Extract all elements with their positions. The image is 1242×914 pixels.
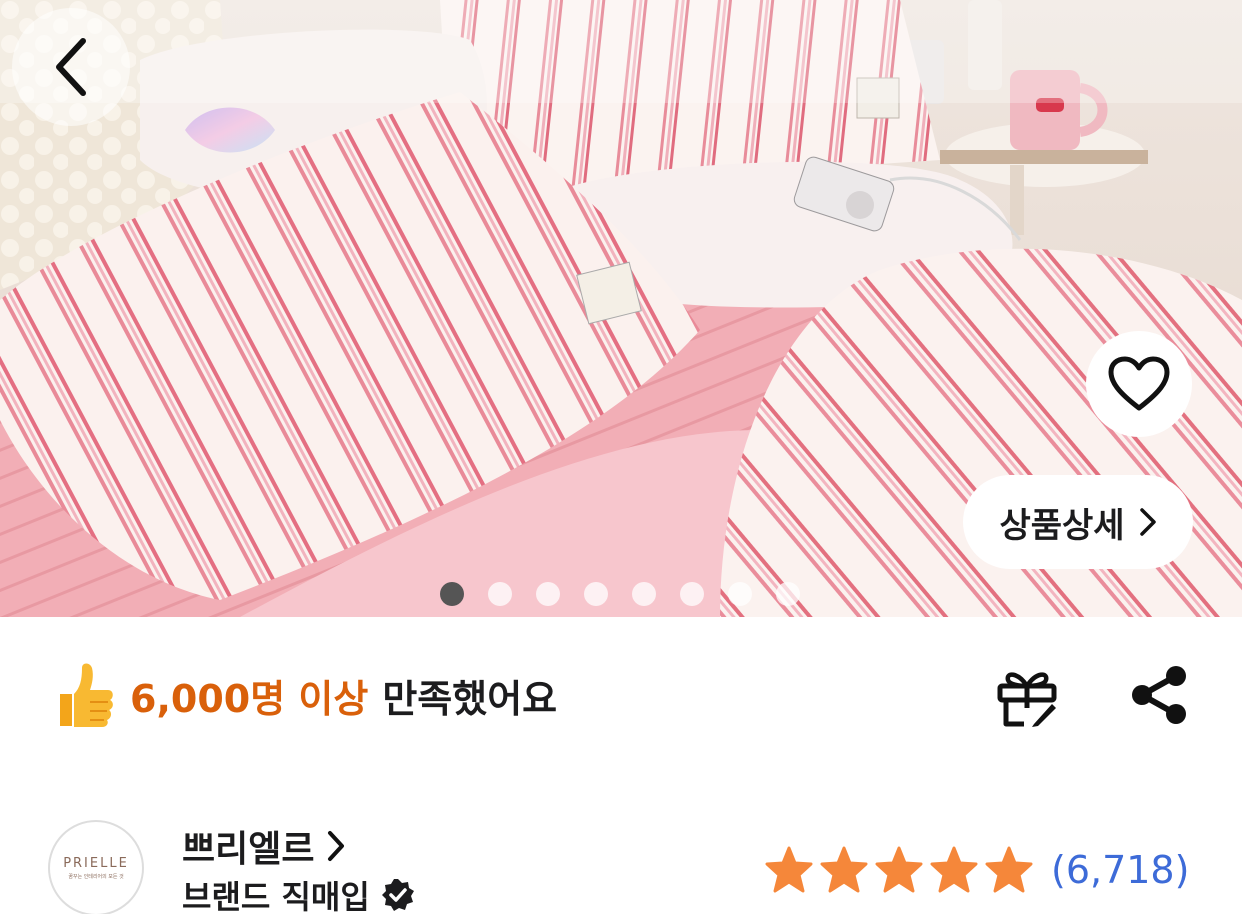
- product-detail-label: 상품상세: [999, 505, 1125, 546]
- share-icon: [1132, 666, 1186, 724]
- carousel-dot[interactable]: [584, 582, 608, 606]
- chevron-right-icon: [328, 831, 345, 861]
- brand-type-label: 브랜드 직매입: [182, 872, 416, 914]
- back-button[interactable]: [12, 8, 130, 126]
- carousel-dot[interactable]: [728, 582, 752, 606]
- satisfaction-text: 만족했어요: [382, 676, 558, 721]
- brand-type: 브랜드 직매입: [182, 878, 370, 914]
- heart-outline-icon: [1108, 356, 1170, 411]
- favorite-button[interactable]: [1086, 331, 1192, 437]
- rating-stars: [764, 845, 1034, 895]
- rating-summary[interactable]: (6,718): [764, 842, 1189, 898]
- brand-logo[interactable]: PRIELLE 꿈꾸는 인테리어의 모든 것: [48, 820, 144, 914]
- carousel-dot[interactable]: [776, 582, 800, 606]
- star-icon: [930, 846, 978, 893]
- star-icon: [820, 846, 868, 893]
- carousel-dot[interactable]: [680, 582, 704, 606]
- carousel-dot[interactable]: [488, 582, 512, 606]
- product-detail-button[interactable]: 상품상세: [963, 475, 1193, 569]
- star-icon: [875, 846, 923, 893]
- brand-name-link[interactable]: 쁘리엘르: [182, 820, 346, 872]
- star-icon: [765, 846, 813, 893]
- verified-badge-icon: [381, 879, 414, 911]
- carousel-dot[interactable]: [440, 582, 464, 606]
- satisfaction-count: 6,000명 이상: [130, 676, 369, 721]
- carousel-indicator: [440, 582, 800, 606]
- share-button[interactable]: [1128, 664, 1190, 726]
- chevron-left-icon: [56, 38, 86, 96]
- chevron-right-icon: [1139, 508, 1156, 536]
- star-icon: [985, 846, 1033, 893]
- product-image-carousel[interactable]: 상품상세: [0, 0, 1242, 617]
- brand-logo-text: PRIELLE: [63, 856, 129, 871]
- brand-name: 쁘리엘르: [182, 829, 315, 870]
- carousel-dot[interactable]: [632, 582, 656, 606]
- review-count: (6,718): [1051, 848, 1190, 892]
- top-overlay-band: [0, 0, 1242, 103]
- brand-logo-subtext: 꿈꾸는 인테리어의 모든 것: [68, 874, 124, 880]
- satisfaction-banner: 6,000명 이상 만족했어요: [52, 655, 557, 735]
- thumbs-up-icon: [60, 663, 113, 727]
- gift-button[interactable]: [994, 664, 1060, 730]
- carousel-dot[interactable]: [536, 582, 560, 606]
- gift-icon: [997, 672, 1057, 727]
